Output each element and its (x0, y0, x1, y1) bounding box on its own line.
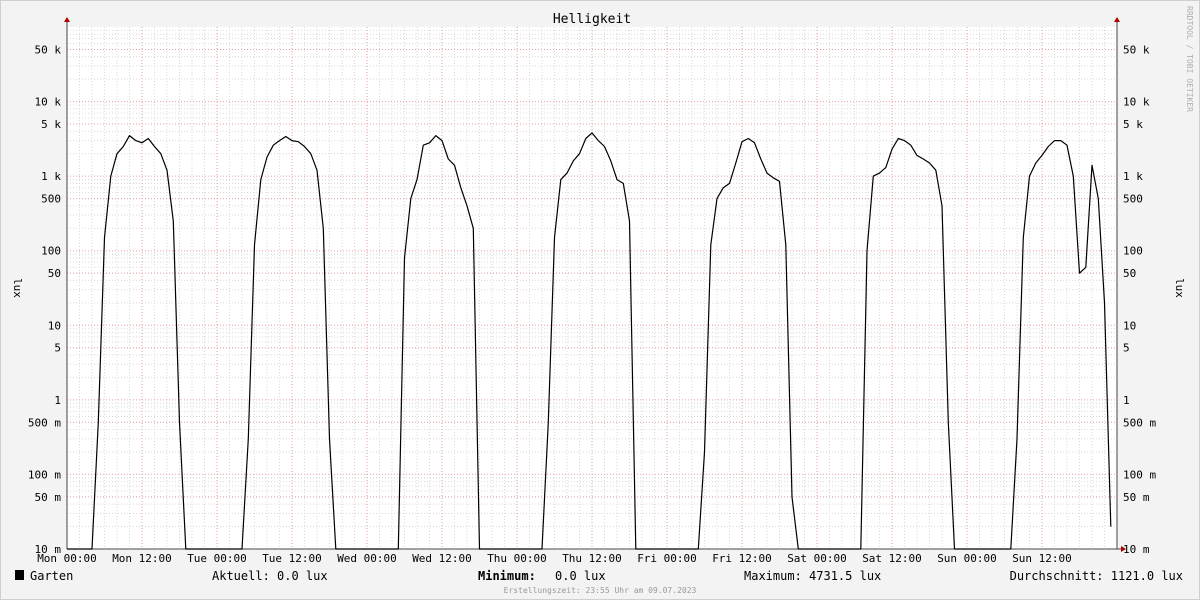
x-tick-label: Sat 00:00 (787, 552, 847, 565)
legend-swatch-garten (15, 570, 24, 580)
legend-minimum-value: 0.0 lux (555, 569, 606, 583)
y-tick-label: 1 k (41, 170, 61, 183)
x-tick-label: Sun 00:00 (937, 552, 997, 565)
x-tick-label: Tue 12:00 (262, 552, 322, 565)
y-tick-label: 100 m (28, 468, 61, 481)
y-tick-label-right: 1 k (1123, 170, 1143, 183)
y-tick-label-right: 5 k (1123, 118, 1143, 131)
y-tick-label: 50 (48, 267, 61, 280)
y-tick-label-right: 50 (1123, 267, 1136, 280)
legend-minimum-label: Minimum: (478, 569, 536, 583)
y-tick-label-right: 5 (1123, 342, 1130, 355)
chart-svg: 10 m 10 m50 m 50 m100 m 100 m500 m 500 m1 15 5… (11, 6, 1194, 595)
y-tick-label: 10 (48, 319, 61, 332)
legend-maximum: Maximum: 4731.5 lux (744, 569, 881, 583)
y-tick-label: 10 k (35, 96, 62, 109)
y-tick-label: 50 k (35, 43, 62, 56)
y-axis-label: lux (11, 278, 24, 298)
footer-timestamp: Erstellungszeit: 23:55 Uhr am 09.07.2023 (504, 586, 697, 595)
x-tick-label: Thu 00:00 (487, 552, 547, 565)
y-tick-label: 1 (54, 394, 61, 407)
chart-title: Helligkeit (553, 12, 631, 27)
legend-label-garten: Garten (30, 569, 73, 583)
y-tick-label-right: 10 m (1123, 543, 1150, 556)
legend-durchschnitt: Durchschnitt: 1121.0 lux (1010, 569, 1183, 583)
y-tick-label-right: 100 m (1123, 468, 1156, 481)
x-tick-label: Wed 12:00 (412, 552, 472, 565)
watermark-text: RRDTOOL / TOBI OETIKER (1185, 6, 1194, 112)
y-tick-label-right: 500 (1123, 193, 1143, 206)
y-tick-label: 500 (41, 193, 61, 206)
y-axis-right-arrow (1114, 17, 1120, 22)
y-tick-label: 5 (54, 342, 61, 355)
y-tick-label-right: 50 m (1123, 491, 1150, 504)
y-axis-arrow (64, 17, 70, 22)
y-tick-label-right: 10 (1123, 319, 1136, 332)
x-tick-label: Wed 00:00 (337, 552, 397, 565)
y-tick-label-right: 500 m (1123, 416, 1156, 429)
y-tick-label-right: 1 (1123, 394, 1130, 407)
y-tick-label-right: 50 k (1123, 43, 1150, 56)
y-tick-label: 500 m (28, 416, 61, 429)
y-tick-label: 5 k (41, 118, 61, 131)
y-tick-label-right: 10 k (1123, 96, 1150, 109)
x-tick-label: Mon 00:00 (37, 552, 97, 565)
x-tick-label: Tue 00:00 (187, 552, 247, 565)
y-tick-label: 100 (41, 245, 61, 258)
y-tick-label: 50 m (35, 491, 62, 504)
y-axis-label-right: lux (1173, 278, 1186, 298)
x-tick-label: Fri 00:00 (637, 552, 697, 565)
y-tick-label-right: 100 (1123, 245, 1143, 258)
x-tick-label: Fri 12:00 (712, 552, 772, 565)
legend-aktuell: Aktuell: 0.0 lux (212, 569, 328, 583)
x-tick-label: Sun 12:00 (1012, 552, 1072, 565)
x-tick-label: Thu 12:00 (562, 552, 622, 565)
x-tick-label: Mon 12:00 (112, 552, 172, 565)
x-tick-label: Sat 12:00 (862, 552, 922, 565)
